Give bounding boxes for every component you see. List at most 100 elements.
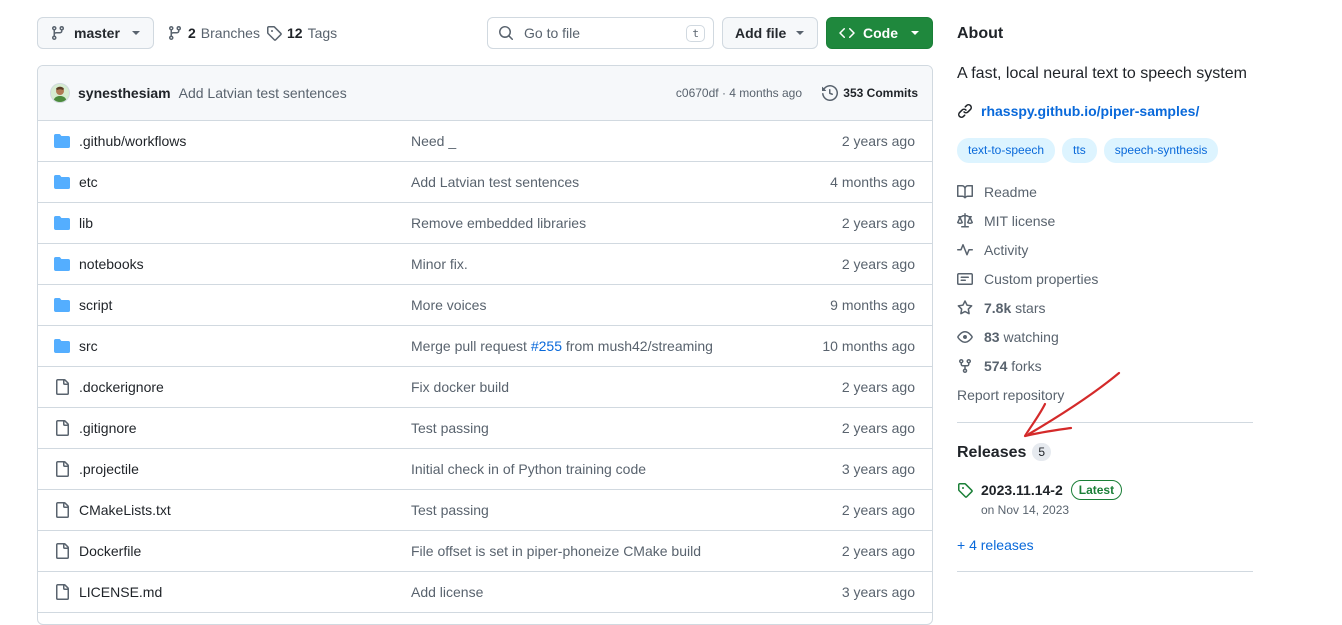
tags-label: Tags <box>307 25 338 41</box>
more-releases-link[interactable]: + 4 releases <box>957 537 1034 553</box>
table-row[interactable]: Dockerfile File offset is set in piper-ph… <box>38 531 932 572</box>
table-row[interactable]: notebooks Minor fix. 2 years ago <box>38 244 932 285</box>
row-file-name[interactable]: lib <box>79 215 93 231</box>
topic-tag[interactable]: tts <box>1062 138 1097 163</box>
table-row[interactable]: etc Add Latvian test sentences 4 months ag… <box>38 162 932 203</box>
row-commit-message[interactable]: Minor fix. <box>411 256 468 272</box>
row-file-name[interactable]: etc <box>79 174 98 190</box>
book-icon <box>957 184 973 200</box>
file-icon <box>54 543 70 559</box>
release-name: 2023.11.14-2 <box>981 482 1063 498</box>
annotation-arrow-icon <box>1015 368 1125 443</box>
custom-properties-link[interactable]: Custom properties <box>957 271 1098 287</box>
code-button[interactable]: Code <box>826 17 933 49</box>
row-commit-message[interactable]: Need _ <box>411 133 456 149</box>
repo-forked-icon <box>957 358 973 374</box>
table-row[interactable]: .projectile Initial check in of Python tr… <box>38 449 932 490</box>
go-to-file-search[interactable]: t <box>487 17 714 49</box>
search-input[interactable] <box>522 24 679 42</box>
avatar[interactable] <box>50 83 70 103</box>
row-file-name[interactable]: script <box>79 297 112 313</box>
pull-request-link[interactable]: #255 <box>531 338 562 354</box>
add-file-button[interactable]: Add file <box>722 17 818 49</box>
table-row[interactable]: CMakeLists.txt Test passing 2 years ago <box>38 490 932 531</box>
latest-badge: Latest <box>1070 480 1123 500</box>
homepage-link[interactable]: rhasspy.github.io/piper-samples/ <box>957 103 1199 119</box>
row-file-name[interactable]: src <box>79 338 98 354</box>
row-commit-message[interactable]: Add Latvian test sentences <box>411 174 579 190</box>
row-file-name[interactable]: .dockerignore <box>79 379 164 395</box>
chevron-down-icon <box>131 28 141 38</box>
history-icon <box>822 85 839 101</box>
eye-icon <box>957 329 973 345</box>
release-date: on Nov 14, 2023 <box>981 503 1070 517</box>
search-icon <box>498 25 514 41</box>
row-file-name[interactable]: CMakeLists.txt <box>79 502 171 518</box>
topic-tag[interactable]: speech-synthesis <box>1103 138 1219 163</box>
row-commit-message[interactable]: Remove embedded libraries <box>411 215 586 231</box>
tags-link[interactable]: 12 Tags <box>266 17 337 49</box>
row-date: 3 years ago <box>841 461 915 477</box>
releases-title: Releases <box>957 444 1027 461</box>
stars-count: 7.8k <box>984 300 1012 316</box>
shortcut-hint: t <box>686 24 705 42</box>
folder-icon <box>54 297 70 313</box>
commit-meta[interactable]: c0670df · 4 months ago <box>676 86 802 100</box>
table-row[interactable]: lib Remove embedded libraries 2 years ago <box>38 203 932 244</box>
license-label: MIT license <box>984 213 1056 229</box>
commit-message[interactable]: Add Latvian test sentences <box>179 85 347 101</box>
row-date: 4 months ago <box>830 174 915 190</box>
table-row[interactable]: src Merge pull request #255 from mush42/s… <box>38 326 932 367</box>
divider <box>957 571 1253 572</box>
table-row[interactable]: .github/workflows Need _ 2 years ago <box>38 121 932 162</box>
row-commit-message[interactable]: Merge pull request #255 from mush42/stre… <box>411 338 713 354</box>
license-link[interactable]: MIT license <box>957 213 1055 229</box>
table-row[interactable]: .gitignore Test passing 2 years ago <box>38 408 932 449</box>
folder-icon <box>54 215 70 231</box>
tags-count: 12 <box>287 25 303 41</box>
row-date: 2 years ago <box>841 215 915 231</box>
branches-label: Branches <box>200 25 260 41</box>
folder-icon <box>54 133 70 149</box>
row-commit-message[interactable]: More voices <box>411 297 486 313</box>
row-file-name[interactable]: .github/workflows <box>79 133 186 149</box>
watching-link[interactable]: 83 watching <box>957 329 1059 345</box>
activity-label: Activity <box>984 242 1029 258</box>
add-file-label: Add file <box>735 25 787 41</box>
git-branch-icon <box>50 25 66 41</box>
row-file-name[interactable]: .projectile <box>79 461 139 477</box>
row-commit-message[interactable]: Add license <box>411 584 483 600</box>
table-row[interactable]: script More voices 9 months ago <box>38 285 932 326</box>
row-date: 2 years ago <box>841 502 915 518</box>
table-row[interactable]: .dockerignore Fix docker build 2 years ago <box>38 367 932 408</box>
row-file-name[interactable]: notebooks <box>79 256 144 272</box>
row-file-name[interactable]: LICENSE.md <box>79 584 162 600</box>
row-file-name[interactable]: .gitignore <box>79 420 137 436</box>
folder-icon <box>54 338 70 354</box>
readme-label: Readme <box>984 184 1037 200</box>
row-date: 2 years ago <box>841 543 915 559</box>
row-commit-message[interactable]: Fix docker build <box>411 379 509 395</box>
row-date: 2 years ago <box>841 420 915 436</box>
file-icon <box>54 379 70 395</box>
activity-link[interactable]: Activity <box>957 242 1028 258</box>
releases-heading[interactable]: Releases 5 <box>957 443 1052 462</box>
row-commit-message[interactable]: Initial check in of Python training code <box>411 461 646 477</box>
commit-author[interactable]: synesthesiam <box>78 85 171 101</box>
commits-history-link[interactable]: 353 Commits <box>822 85 918 101</box>
about-heading: About <box>957 25 1004 42</box>
branch-selector-button[interactable]: master <box>37 17 154 49</box>
row-date: 10 months ago <box>822 338 915 354</box>
branches-link[interactable]: 2 Branches <box>167 17 260 49</box>
stars-link[interactable]: 7.8k stars <box>957 300 1045 316</box>
latest-release[interactable]: 2023.11.14-2 Latest <box>957 480 1123 500</box>
row-commit-message[interactable]: Test passing <box>411 502 489 518</box>
row-commit-message[interactable]: Test passing <box>411 420 489 436</box>
topic-tag[interactable]: text-to-speech <box>957 138 1056 163</box>
row-file-name[interactable]: Dockerfile <box>79 543 141 559</box>
custom-properties-label: Custom properties <box>984 271 1099 287</box>
table-row[interactable]: LICENSE.md Add license 3 years ago <box>38 572 932 613</box>
row-commit-message[interactable]: File offset is set in piper-phoneize CMa… <box>411 543 701 559</box>
readme-link[interactable]: Readme <box>957 184 1037 200</box>
file-icon <box>54 584 70 600</box>
